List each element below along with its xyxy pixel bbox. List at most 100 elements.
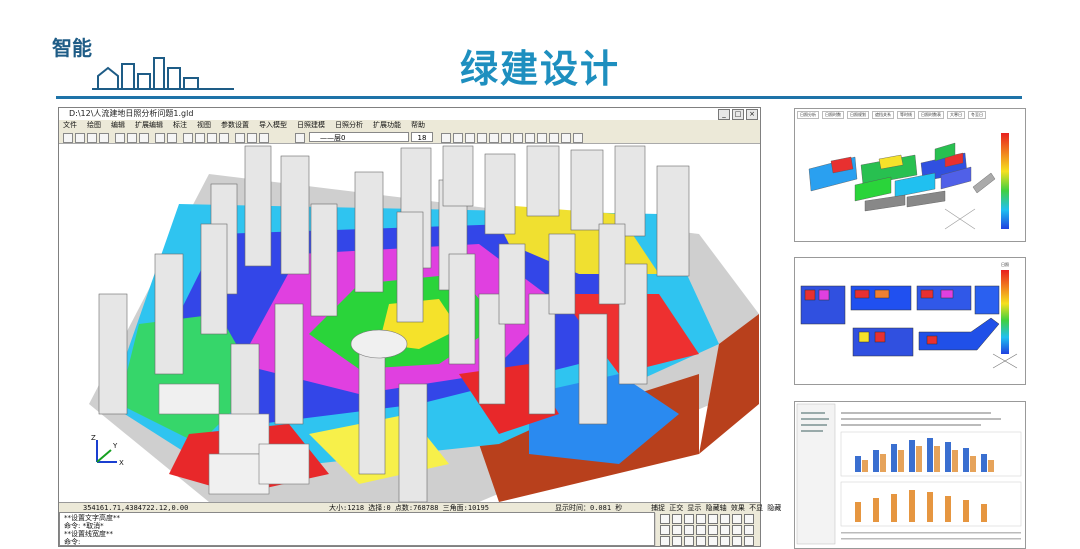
legend-title: 日照 bbox=[1001, 262, 1009, 267]
command-prompt[interactable]: 命令: bbox=[64, 538, 650, 546]
window-title: D:\12\人流建地日照分析问题1.gld bbox=[59, 108, 760, 120]
logo: 智能 bbox=[52, 38, 242, 98]
paste-icon[interactable] bbox=[139, 133, 149, 143]
orbit-icon[interactable] bbox=[235, 133, 245, 143]
layer-select[interactable]: ——层0 bbox=[309, 132, 409, 142]
tool-icon[interactable] bbox=[720, 514, 730, 524]
layer-icon[interactable] bbox=[295, 133, 305, 143]
rect-icon[interactable] bbox=[489, 133, 499, 143]
render-icon[interactable] bbox=[525, 133, 535, 143]
font-size-select[interactable]: 18 bbox=[411, 132, 433, 142]
tool-icon[interactable] bbox=[696, 514, 706, 524]
line-icon[interactable] bbox=[441, 133, 451, 143]
menu-sun-model[interactable]: 日照建模 bbox=[297, 120, 325, 131]
menu-bar: 文件 绘图 编辑 扩展编辑 标注 视图 参数设置 导入模型 日照建模 日照分析 … bbox=[59, 120, 760, 131]
model-viewport[interactable]: Z Y X bbox=[59, 144, 760, 502]
logo-skyline-icon bbox=[92, 57, 234, 90]
window-controls: _ □ × bbox=[718, 109, 758, 120]
tool-icon[interactable] bbox=[684, 536, 694, 546]
minimize-button[interactable]: _ bbox=[718, 109, 730, 120]
tool-icon[interactable] bbox=[708, 525, 718, 535]
command-line: 命令: *取消* bbox=[64, 522, 104, 530]
tool-icon[interactable] bbox=[744, 525, 754, 535]
tool-icon[interactable] bbox=[744, 536, 754, 546]
tool-icon[interactable] bbox=[684, 514, 694, 524]
tool-icon[interactable] bbox=[696, 536, 706, 546]
title-divider bbox=[56, 96, 1022, 99]
tool-icon[interactable] bbox=[732, 536, 742, 546]
command-line: **设置线宽度** bbox=[64, 530, 113, 538]
menu-params[interactable]: 参数设置 bbox=[221, 120, 249, 131]
hatch-icon[interactable] bbox=[513, 133, 523, 143]
shade-icon[interactable] bbox=[561, 133, 571, 143]
tool-icon[interactable] bbox=[672, 514, 682, 524]
print-icon[interactable] bbox=[99, 133, 109, 143]
color-icon[interactable] bbox=[573, 133, 583, 143]
tool-palette bbox=[656, 512, 760, 546]
menu-extensions[interactable]: 扩展功能 bbox=[373, 120, 401, 131]
menu-draw[interactable]: 绘图 bbox=[87, 120, 101, 131]
tool-icon[interactable] bbox=[708, 536, 718, 546]
rotate-icon[interactable] bbox=[207, 133, 217, 143]
report-image bbox=[796, 403, 1022, 545]
tool-icon[interactable] bbox=[720, 525, 730, 535]
floorplan-analysis-image bbox=[800, 285, 1018, 369]
circle-icon[interactable] bbox=[465, 133, 475, 143]
color-legend bbox=[1001, 270, 1009, 354]
color-legend bbox=[1001, 133, 1009, 229]
tool-icon[interactable] bbox=[660, 536, 670, 546]
facade-analysis-image bbox=[808, 142, 996, 230]
select-icon[interactable] bbox=[259, 133, 269, 143]
menu-annotate[interactable]: 标注 bbox=[173, 120, 187, 131]
menu-import[interactable]: 导入模型 bbox=[259, 120, 287, 131]
measure-icon[interactable] bbox=[247, 133, 257, 143]
close-button[interactable]: × bbox=[746, 109, 758, 120]
tool-icon[interactable] bbox=[732, 525, 742, 535]
page-title: 绿建设计 bbox=[460, 47, 621, 91]
new-icon[interactable] bbox=[63, 133, 73, 143]
tool-icon[interactable] bbox=[744, 514, 754, 524]
tool-icon[interactable] bbox=[660, 525, 670, 535]
text-icon[interactable] bbox=[501, 133, 511, 143]
sun-icon[interactable] bbox=[549, 133, 559, 143]
undo-icon[interactable] bbox=[155, 133, 165, 143]
thumbnail-facade-analysis: 日照分析 日照时数 日照规划 遮挡关系 等时线 日照时数表 大寒日 冬至日 bbox=[794, 108, 1026, 242]
polyline-icon[interactable] bbox=[453, 133, 463, 143]
copy-icon[interactable] bbox=[127, 133, 137, 143]
arc-icon[interactable] bbox=[477, 133, 487, 143]
command-line: **设置文字高度** bbox=[64, 514, 120, 522]
tool-icon[interactable] bbox=[672, 525, 682, 535]
tool-icon[interactable] bbox=[732, 514, 742, 524]
command-window[interactable]: **设置文字高度** 命令: *取消* **设置线宽度** 命令: bbox=[59, 512, 655, 546]
toolbar: ——层0 18 bbox=[59, 131, 760, 144]
tool-icon[interactable] bbox=[660, 514, 670, 524]
sun-analysis-model: Z Y X bbox=[89, 145, 759, 502]
zoom-window-icon[interactable] bbox=[219, 133, 229, 143]
menu-ext-edit[interactable]: 扩展编辑 bbox=[135, 120, 163, 131]
axis-x-label: X bbox=[119, 459, 124, 467]
pan-icon[interactable] bbox=[195, 133, 205, 143]
tool-icon[interactable] bbox=[720, 536, 730, 546]
save-icon[interactable] bbox=[87, 133, 97, 143]
menu-view[interactable]: 视图 bbox=[197, 120, 211, 131]
zoom-icon[interactable] bbox=[183, 133, 193, 143]
thumbnail-report bbox=[794, 401, 1026, 549]
maximize-button[interactable]: □ bbox=[732, 109, 744, 120]
window-title-text: D:\12\人流建地日照分析问题1.gld bbox=[69, 109, 194, 118]
axis-z-label: Z bbox=[91, 434, 96, 442]
tool-icon[interactable] bbox=[672, 536, 682, 546]
redo-icon[interactable] bbox=[167, 133, 177, 143]
light-icon[interactable] bbox=[537, 133, 547, 143]
cut-icon[interactable] bbox=[115, 133, 125, 143]
axis-y-label: Y bbox=[112, 442, 118, 450]
tool-icon[interactable] bbox=[696, 525, 706, 535]
menu-file[interactable]: 文件 bbox=[63, 120, 77, 131]
menu-edit[interactable]: 编辑 bbox=[111, 120, 125, 131]
menu-sun-analysis[interactable]: 日照分析 bbox=[335, 120, 363, 131]
tool-icon[interactable] bbox=[708, 514, 718, 524]
tool-icon[interactable] bbox=[684, 525, 694, 535]
menu-help[interactable]: 帮助 bbox=[411, 120, 425, 131]
thumbnail-floorplan-analysis: 日照 bbox=[794, 257, 1026, 385]
open-icon[interactable] bbox=[75, 133, 85, 143]
cad-window: D:\12\人流建地日照分析问题1.gld _ □ × 文件 绘图 编辑 扩展编… bbox=[58, 107, 781, 547]
